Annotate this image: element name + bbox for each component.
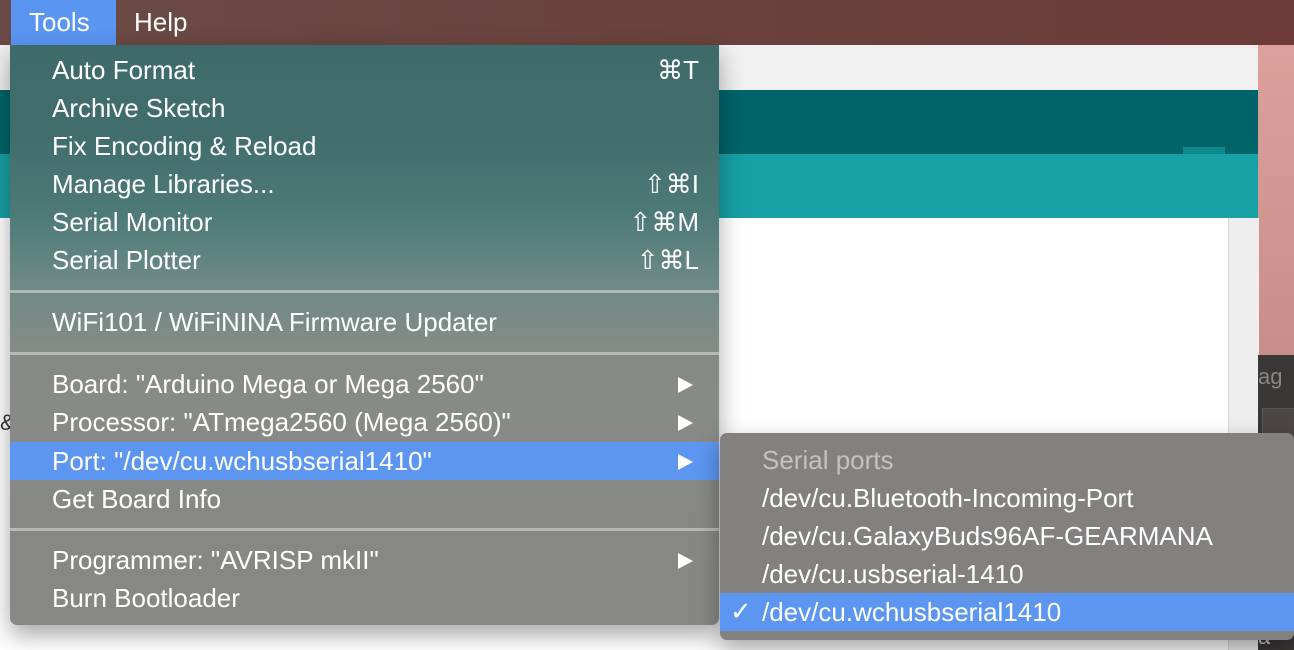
- menu-item-burn-bootloader[interactable]: Burn Bootloader: [10, 579, 719, 617]
- checkmark-icon: ✓: [730, 597, 752, 627]
- menu-item-manage-libraries[interactable]: Manage Libraries... ⇧⌘I: [10, 165, 719, 203]
- menu-item-programmer[interactable]: Programmer: "AVRISP mkII": [10, 541, 719, 579]
- menubar-tools[interactable]: Tools: [11, 0, 116, 45]
- port-option-galaxybuds[interactable]: /dev/cu.GalaxyBuds96AF-GEARMANA: [720, 517, 1294, 555]
- menu-item-label: Serial Monitor: [52, 207, 213, 237]
- submenu-arrow-icon: [678, 377, 693, 393]
- shortcut-label: ⌘T: [657, 55, 699, 85]
- menu-item-label: Port: "/dev/cu.wchusbserial1410": [52, 446, 432, 476]
- menu-item-label: Board: "Arduino Mega or Mega 2560": [52, 369, 484, 399]
- port-option-bluetooth[interactable]: /dev/cu.Bluetooth-Incoming-Port: [720, 479, 1294, 517]
- menu-item-auto-format[interactable]: Auto Format ⌘T: [10, 51, 719, 89]
- menu-item-processor[interactable]: Processor: "ATmega2560 (Mega 2560)": [10, 403, 719, 441]
- menu-item-label: Fix Encoding & Reload: [52, 131, 317, 161]
- menu-item-label: Serial Plotter: [52, 245, 201, 275]
- menu-item-label: WiFi101 / WiFiNINA Firmware Updater: [52, 307, 497, 337]
- menu-separator: [10, 528, 719, 531]
- menu-item-label: Get Board Info: [52, 484, 222, 514]
- menu-item-label: Auto Format: [52, 55, 196, 85]
- menu-item-firmware-updater[interactable]: WiFi101 / WiFiNINA Firmware Updater: [10, 303, 719, 341]
- shortcut-label: ⇧⌘L: [636, 245, 699, 275]
- submenu-header-label: Serial ports: [762, 445, 894, 475]
- port-option-label: /dev/cu.wchusbserial1410: [762, 597, 1062, 627]
- menu-item-label: Programmer: "AVRISP mkII": [52, 545, 379, 575]
- menu-item-port[interactable]: Port: "/dev/cu.wchusbserial1410": [10, 442, 719, 480]
- port-option-usbserial[interactable]: /dev/cu.usbserial-1410: [720, 555, 1294, 593]
- menu-item-fix-encoding[interactable]: Fix Encoding & Reload: [10, 127, 719, 165]
- menubar-help[interactable]: Help: [116, 0, 205, 45]
- port-submenu: Serial ports /dev/cu.Bluetooth-Incoming-…: [720, 433, 1294, 640]
- menu-item-serial-plotter[interactable]: Serial Plotter ⇧⌘L: [10, 241, 719, 279]
- shortcut-label: ⇧⌘I: [643, 169, 699, 199]
- menu-item-label: Manage Libraries...: [52, 169, 275, 199]
- shortcut-label: ⇧⌘M: [629, 207, 699, 237]
- submenu-arrow-icon: [678, 415, 693, 431]
- menu-item-serial-monitor[interactable]: Serial Monitor ⇧⌘M: [10, 203, 719, 241]
- menubar: Tools Help: [0, 0, 1294, 45]
- menu-separator: [10, 352, 719, 355]
- tools-menu: Auto Format ⌘T Archive Sketch Fix Encodi…: [10, 45, 719, 625]
- menu-item-label: Burn Bootloader: [52, 583, 240, 613]
- menu-item-archive-sketch[interactable]: Archive Sketch: [10, 89, 719, 127]
- menu-item-label: Processor: "ATmega2560 (Mega 2560)": [52, 407, 511, 437]
- port-option-label: /dev/cu.Bluetooth-Incoming-Port: [762, 483, 1134, 513]
- port-option-label: /dev/cu.usbserial-1410: [762, 559, 1024, 589]
- submenu-arrow-icon: [678, 454, 693, 470]
- submenu-header: Serial ports: [720, 441, 1294, 479]
- submenu-arrow-icon: [678, 553, 693, 569]
- port-option-wchusbserial[interactable]: ✓ /dev/cu.wchusbserial1410: [720, 593, 1294, 631]
- port-option-label: /dev/cu.GalaxyBuds96AF-GEARMANA: [762, 521, 1213, 551]
- menu-separator: [10, 290, 719, 293]
- menu-item-get-board-info[interactable]: Get Board Info: [10, 480, 719, 518]
- background-text: ag: [1258, 364, 1283, 389]
- menu-item-board[interactable]: Board: "Arduino Mega or Mega 2560": [10, 365, 719, 403]
- menu-item-label: Archive Sketch: [52, 93, 226, 123]
